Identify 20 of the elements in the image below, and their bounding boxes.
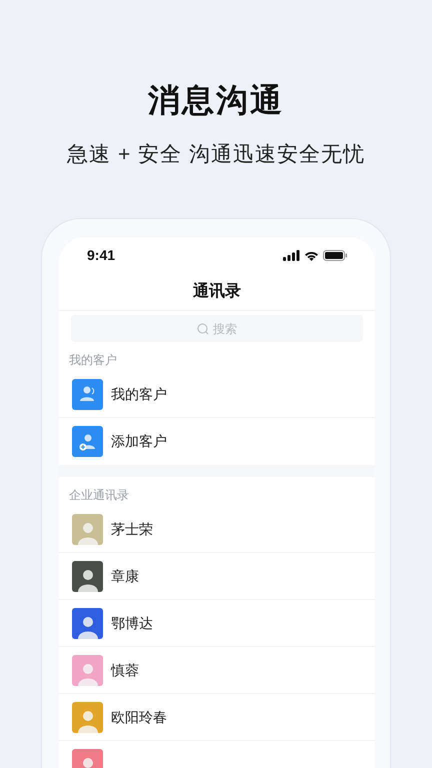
- contact-name[interactable]: 鄂博达: [111, 612, 153, 634]
- section-label: 企业通讯录: [68, 487, 130, 504]
- person-icon: [72, 378, 103, 410]
- search-field[interactable]: 搜索: [71, 315, 363, 342]
- battery-icon: [323, 250, 347, 260]
- search-icon: [197, 323, 209, 335]
- section-label: 我的客户: [68, 352, 118, 369]
- wifi-icon: [304, 250, 319, 260]
- contact-name[interactable]: 茅士荣: [111, 518, 153, 540]
- contact-name[interactable]: 章康: [111, 566, 139, 586]
- screen-title: 通讯录: [59, 273, 375, 311]
- contact-name[interactable]: 慎蓉: [111, 660, 139, 680]
- list-item-label[interactable]: 我的客户: [111, 384, 167, 404]
- headline: 消息沟通: [148, 81, 284, 120]
- status-time: 9:41: [87, 246, 116, 264]
- signal-icon: [283, 250, 300, 260]
- subtitle: 急速 + 安全 沟通迅速安全无忧: [67, 142, 365, 168]
- contact-name[interactable]: 欧阳玲春: [111, 706, 167, 728]
- add-person-icon: [72, 426, 103, 457]
- list-item-label[interactable]: 添加客户: [111, 431, 167, 452]
